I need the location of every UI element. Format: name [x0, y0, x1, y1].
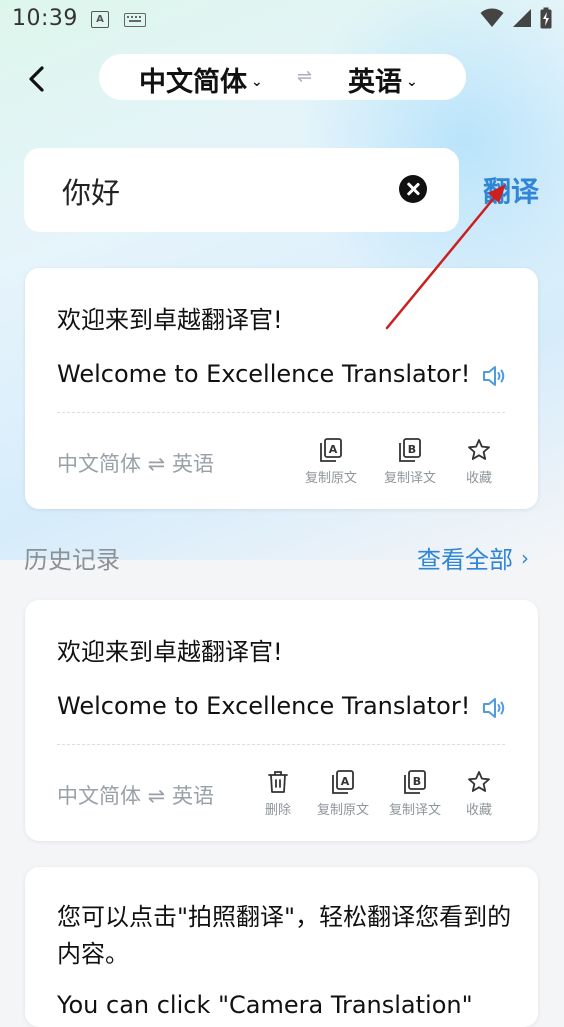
copy-source-label: 复制原文 — [317, 803, 370, 818]
speaker-icon[interactable] — [481, 364, 507, 392]
keyboard-a-status-icon: A — [91, 11, 109, 28]
star-icon — [468, 439, 490, 460]
translate-button[interactable]: 翻译 — [483, 170, 539, 210]
history-card[interactable]: 欢迎来到卓越翻译官! Welcome to Excellence Transla… — [25, 600, 538, 841]
swap-languages-button[interactable]: ⇌ — [297, 66, 312, 87]
clear-icon[interactable] — [399, 175, 427, 203]
copy-source-button[interactable]: A 复制原文 — [305, 438, 357, 486]
result-translated-text: Welcome to Excellence Translator! — [57, 360, 471, 388]
battery-icon — [540, 7, 552, 29]
speaker-icon[interactable] — [481, 696, 507, 724]
svg-text:B: B — [413, 775, 421, 788]
back-button[interactable] — [22, 62, 52, 96]
target-language-label: 英语 — [348, 67, 402, 98]
status-time: 10:39 — [12, 6, 78, 31]
copy-source-label: 复制原文 — [305, 471, 358, 486]
language-selector: 中文简体 ⌄ ⇌ 英语 ⌄ — [99, 54, 466, 100]
svg-text:A: A — [329, 443, 338, 456]
chevron-down-icon: ⌄ — [251, 73, 263, 90]
signal-icon — [513, 9, 531, 27]
favorite-button[interactable]: 收藏 — [466, 770, 492, 818]
view-all-label: 查看全部 — [417, 546, 513, 574]
tip-text: 您可以点击"拍照翻译"，轻松翻译您看到的内容。 — [57, 903, 512, 968]
copy-translation-button[interactable]: B 复制译文 — [384, 438, 436, 486]
trash-icon — [268, 771, 288, 793]
history-source-text: 欢迎来到卓越翻译官! — [57, 638, 283, 666]
divider — [57, 412, 505, 413]
wifi-icon — [480, 8, 504, 27]
copy-source-button[interactable]: A 复制原文 — [317, 770, 369, 818]
chevron-down-icon: ⌄ — [406, 73, 418, 90]
result-card: 欢迎来到卓越翻译官! Welcome to Excellence Transla… — [25, 268, 538, 509]
delete-button[interactable]: 删除 — [265, 770, 291, 818]
favorite-label: 收藏 — [466, 803, 493, 818]
copy-translation-label: 复制译文 — [384, 471, 437, 486]
keyboard-status-icon — [124, 12, 146, 31]
view-all-link[interactable]: 查看全部 › — [417, 540, 529, 575]
favorite-label: 收藏 — [466, 471, 493, 486]
back-icon — [29, 66, 44, 92]
language-pair: 中文简体 ⇌ 英语 — [57, 784, 214, 808]
divider — [57, 744, 505, 745]
delete-label: 删除 — [265, 803, 292, 818]
result-source-text: 欢迎来到卓越翻译官! — [57, 306, 283, 334]
language-pair: 中文简体 ⇌ 英语 — [57, 452, 214, 476]
history-title: 历史记录 — [24, 546, 120, 574]
target-language-dropdown[interactable]: 英语 ⌄ — [348, 60, 418, 99]
chevron-right-icon: › — [521, 545, 529, 570]
copy-source-icon: A — [332, 770, 354, 794]
history-translated-text: Welcome to Excellence Translator! — [57, 692, 471, 720]
copy-translation-button[interactable]: B 复制译文 — [389, 770, 441, 818]
tip-text-english: You can click "Camera Translation" — [57, 991, 473, 1019]
input-text[interactable]: 你好 — [62, 170, 120, 212]
translation-input-box[interactable]: 你好 — [24, 148, 459, 232]
copy-source-icon: A — [320, 438, 342, 462]
favorite-button[interactable]: 收藏 — [466, 438, 492, 486]
source-language-label: 中文简体 — [139, 67, 247, 98]
svg-text:B: B — [408, 443, 416, 456]
copy-translation-icon: B — [404, 770, 426, 794]
tip-card: 您可以点击"拍照翻译"，轻松翻译您看到的内容。 You can click "C… — [25, 867, 538, 1027]
source-language-dropdown[interactable]: 中文简体 ⌄ — [139, 60, 263, 99]
star-icon — [468, 771, 490, 792]
copy-translation-label: 复制译文 — [389, 803, 442, 818]
copy-translation-icon: B — [399, 438, 421, 462]
svg-text:A: A — [341, 775, 350, 788]
status-indicators — [480, 7, 552, 29]
